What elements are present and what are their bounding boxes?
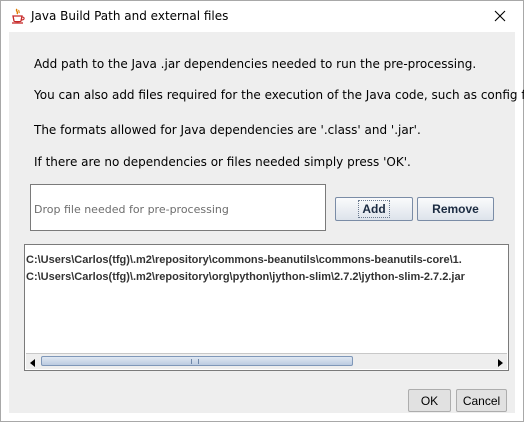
thumb-grip-icon bbox=[191, 359, 199, 364]
dialog-window: Java Build Path and external files Add p… bbox=[0, 0, 524, 422]
horizontal-scrollbar[interactable] bbox=[26, 353, 507, 369]
instruction-line-4: If there are no dependencies or files ne… bbox=[34, 155, 411, 169]
add-button-label: Add bbox=[358, 200, 390, 218]
instruction-line-3: The formats allowed for Java dependencie… bbox=[34, 123, 421, 137]
scroll-right-button[interactable] bbox=[493, 354, 507, 369]
close-icon bbox=[494, 7, 506, 26]
ok-button[interactable]: OK bbox=[408, 389, 451, 412]
cancel-button[interactable]: Cancel bbox=[456, 389, 507, 412]
scroll-left-button[interactable] bbox=[26, 354, 40, 369]
add-button[interactable]: Add bbox=[335, 197, 413, 221]
window-title: Java Build Path and external files bbox=[31, 9, 229, 23]
triangle-right-icon bbox=[497, 352, 503, 370]
list-item[interactable]: C:\Users\Carlos(tfg)\.m2\repository\comm… bbox=[26, 254, 462, 266]
file-list[interactable]: C:\Users\Carlos(tfg)\.m2\repository\comm… bbox=[24, 244, 509, 371]
dialog-content: Add path to the Java .jar dependencies n… bbox=[9, 32, 524, 413]
remove-button[interactable]: Remove bbox=[417, 197, 494, 221]
triangle-left-icon bbox=[30, 352, 36, 370]
close-button[interactable] bbox=[477, 1, 523, 32]
cancel-button-label: Cancel bbox=[462, 393, 501, 408]
drop-area-placeholder: Drop file needed for pre-processing bbox=[34, 203, 229, 216]
instruction-line-1: Add path to the Java .jar dependencies n… bbox=[34, 57, 477, 71]
file-drop-area[interactable]: Drop file needed for pre-processing bbox=[30, 184, 326, 231]
remove-button-label: Remove bbox=[432, 202, 479, 216]
title-bar[interactable]: Java Build Path and external files bbox=[1, 1, 523, 32]
scroll-thumb[interactable] bbox=[41, 356, 353, 366]
instruction-line-2: You can also add files required for the … bbox=[34, 88, 524, 102]
ok-button-label: OK bbox=[420, 393, 439, 408]
java-cup-icon bbox=[10, 8, 26, 25]
list-item[interactable]: C:\Users\Carlos(tfg)\.m2\repository\org\… bbox=[26, 271, 465, 283]
